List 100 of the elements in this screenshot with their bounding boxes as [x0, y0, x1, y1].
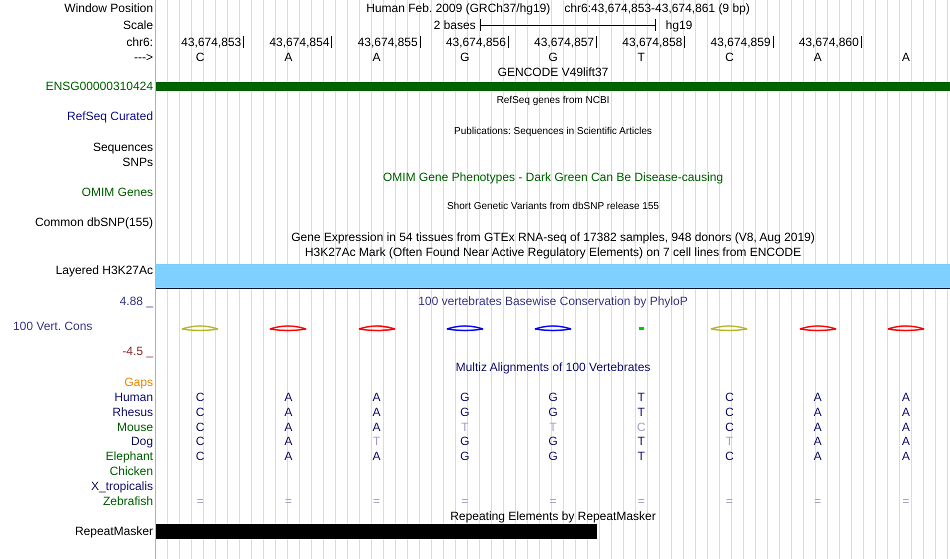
- ruler-tick: [508, 36, 509, 48]
- aligned-base: T: [549, 420, 557, 433]
- assembly-name: Human Feb. 2009 (GRCh37/hg19): [366, 2, 550, 14]
- track-label[interactable]: Mouse: [116, 420, 153, 433]
- signal-bar[interactable]: [156, 264, 950, 289]
- track-label[interactable]: ENSG00000310424: [46, 80, 153, 92]
- ruler-tick: [772, 36, 774, 48]
- gene-bar[interactable]: [156, 82, 950, 91]
- aligned-base: G: [460, 390, 470, 403]
- aligned-base: C: [725, 420, 734, 433]
- track-title: Short Genetic Variants from dbSNP release 155: [447, 202, 659, 212]
- track-title: H3K27Ac Mark (Often Found Near Active Regulatory Elements) on 7 cell lines from ENCODE: [304, 246, 802, 258]
- aligned-base: =: [373, 494, 380, 507]
- ruler-tick: [420, 36, 421, 48]
- aligned-base: A: [284, 390, 292, 403]
- sequence-base: C: [725, 51, 734, 64]
- aligned-base: C: [725, 390, 734, 403]
- track-label[interactable]: Rhesus: [112, 406, 153, 418]
- aligned-base: C: [636, 420, 646, 433]
- track-label[interactable]: Common dbSNP(155): [34, 216, 153, 228]
- aligned-base: A: [814, 406, 822, 418]
- aligned-base: G: [460, 435, 470, 448]
- aligned-base: G: [548, 450, 558, 462]
- sequence-base: G: [460, 51, 470, 64]
- aligned-base: =: [549, 494, 556, 507]
- track-label[interactable]: Zebrafish: [102, 494, 153, 507]
- track-title: GENCODE V49lift37: [498, 66, 608, 78]
- track-label[interactable]: Dog: [130, 435, 153, 448]
- track-label[interactable]: Layered H3K27Ac: [56, 262, 153, 277]
- scale-length: 2 bases: [434, 19, 476, 32]
- aligned-base: A: [372, 450, 381, 462]
- aligned-base: =: [196, 494, 204, 507]
- conservation-glyph: [534, 324, 572, 332]
- track-label[interactable]: OMIM Genes: [82, 186, 153, 198]
- aligned-base: =: [461, 494, 468, 507]
- aligned-base: A: [284, 406, 292, 418]
- ruler-position: 43,674,857: [534, 36, 594, 48]
- axis-value: 4.88 _: [120, 295, 153, 308]
- aligned-base: A: [814, 435, 822, 448]
- aligned-base: T: [638, 390, 645, 403]
- conservation-glyph: [886, 324, 925, 332]
- track-label[interactable]: Sequences: [92, 141, 153, 154]
- track-label[interactable]: Elephant: [106, 450, 153, 462]
- aligned-base: =: [902, 494, 910, 507]
- aligned-base: A: [814, 390, 822, 403]
- aligned-base: C: [196, 420, 204, 433]
- ruler-position: 43,674,858: [622, 36, 682, 48]
- track-title: Publications: Sequences in Scientific Articles: [454, 126, 652, 137]
- track-label[interactable]: --->: [134, 51, 153, 64]
- aligned-base: T: [372, 435, 380, 448]
- ruler-tick: [331, 36, 332, 48]
- ruler-tick: [243, 36, 244, 48]
- aligned-base: A: [372, 406, 381, 418]
- ruler-tick: [684, 36, 686, 48]
- aligned-base: A: [902, 406, 910, 418]
- ruler-tick: [860, 36, 862, 48]
- aligned-base: A: [814, 420, 822, 433]
- track-label[interactable]: Window Position: [64, 2, 153, 14]
- aligned-base: A: [902, 390, 910, 403]
- track-title: OMIM Gene Phenotypes - Dark Green Can Be Disease-causing: [382, 170, 724, 183]
- track-title: Repeating Elements by RepeatMasker: [450, 510, 656, 522]
- aligned-base: T: [638, 406, 645, 418]
- track-label[interactable]: X_tropicalis: [90, 480, 153, 492]
- ruler-position: 43,674,855: [358, 36, 418, 48]
- aligned-base: T: [461, 420, 468, 433]
- track-label[interactable]: chr6:: [126, 36, 153, 48]
- ruler-position: 43,674,854: [269, 36, 330, 48]
- aligned-base: A: [372, 420, 381, 433]
- sequence-base: A: [814, 51, 822, 64]
- ruler-position: 43,674,856: [446, 36, 506, 48]
- track-label[interactable]: Human: [114, 390, 153, 403]
- aligned-base: =: [726, 494, 733, 507]
- aligned-base: A: [902, 435, 910, 448]
- track-title: RefSeq genes from NCBI: [496, 96, 610, 106]
- conservation-glyph: [798, 324, 837, 332]
- track-label[interactable]: RefSeq Curated: [66, 110, 153, 122]
- conservation-glyph: [181, 324, 220, 332]
- track-title: Gene Expression in 54 tissues from GTEx RNA-seq of 17382 samples, 948 donors (V8, Aug 2019): [291, 231, 815, 244]
- track-label[interactable]: Chicken: [110, 465, 153, 478]
- conservation-glyph: [710, 324, 748, 332]
- track-label[interactable]: SNPs: [122, 156, 153, 168]
- track-label[interactable]: RepeatMasker: [74, 525, 153, 538]
- sequence-base: A: [372, 51, 381, 64]
- position-text: chr6:43,674,853-43,674,861 (9 bp): [564, 2, 750, 14]
- aligned-base: T: [638, 435, 645, 448]
- ruler-position: 43,674,853: [181, 36, 242, 48]
- aligned-base: G: [548, 390, 558, 403]
- sequence-base: G: [548, 51, 558, 64]
- aligned-base: C: [196, 450, 204, 462]
- track-label[interactable]: 100 Vert. Cons: [13, 320, 92, 332]
- aligned-base: C: [196, 406, 204, 418]
- aligned-base: =: [814, 494, 822, 507]
- aligned-base: C: [196, 390, 204, 403]
- aligned-base: A: [284, 450, 292, 462]
- aligned-base: G: [460, 406, 470, 418]
- sequence-base: T: [638, 51, 645, 64]
- track-label[interactable]: Scale: [122, 19, 153, 32]
- ruler-position: 43,674,859: [710, 36, 771, 48]
- aligned-base: A: [372, 390, 381, 403]
- repeat-bar[interactable]: [156, 524, 597, 539]
